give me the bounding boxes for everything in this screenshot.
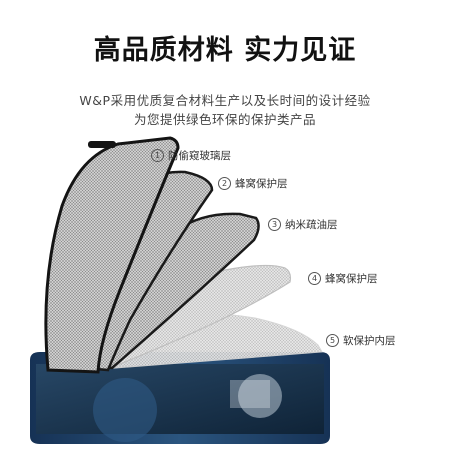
layer-label-4: 4 蜂窝保护层	[308, 271, 378, 286]
layer-label-2: 2 蜂窝保护层	[218, 176, 288, 191]
circled-number-3: 3	[268, 218, 281, 231]
layer-label-3: 3 纳米疏油层	[268, 217, 338, 232]
notch-icon	[88, 141, 116, 148]
layer-label-5: 5 软保护内层	[326, 333, 396, 348]
circled-number-5: 5	[326, 334, 339, 347]
layer-illustration	[30, 136, 330, 444]
layer-label-1: 1 防偷窥玻璃层	[151, 148, 231, 163]
circled-number-2: 2	[218, 177, 231, 190]
circled-number-4: 4	[308, 272, 321, 285]
circled-number-1: 1	[151, 149, 164, 162]
